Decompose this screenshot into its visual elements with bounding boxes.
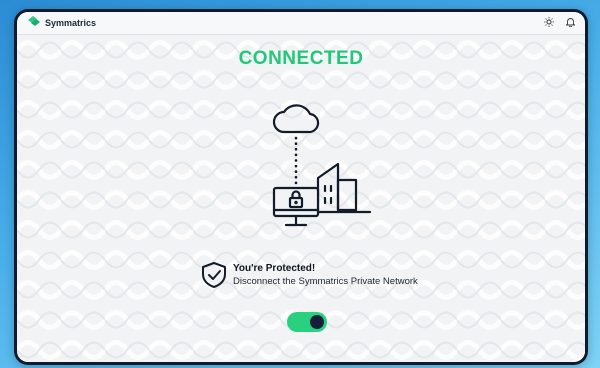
protection-status: You're Protected! Disconnect the Symmatr… [201, 261, 418, 294]
toggle-knob [310, 315, 324, 329]
network-illustration [246, 100, 374, 245]
main-content: CONNECTED You're Protected! Disconnect t… [17, 35, 585, 362]
sun-icon[interactable] [544, 14, 554, 32]
shield-check-icon [201, 261, 227, 294]
cloud-icon [272, 104, 320, 134]
bell-icon[interactable] [565, 14, 576, 32]
title-bar-actions [544, 12, 576, 34]
protection-text: You're Protected! Disconnect the Symmatr… [233, 263, 418, 288]
vpn-connection-toggle[interactable] [287, 312, 327, 332]
brand-name: Symmatrics [45, 18, 97, 28]
protection-title: You're Protected! [233, 263, 316, 274]
app-inner: Symmatrics CONNECTED You're Protected! D… [17, 12, 585, 362]
brand: Symmatrics [27, 14, 96, 32]
connection-status: CONNECTED [238, 48, 364, 69]
symmatrics-logo-icon [27, 14, 41, 32]
app-window: Symmatrics CONNECTED You're Protected! D… [14, 9, 588, 365]
title-bar: Symmatrics [17, 12, 585, 35]
building-icon [316, 162, 340, 212]
protection-subtitle: Disconnect the Symmatrics Private Networ… [233, 276, 418, 287]
